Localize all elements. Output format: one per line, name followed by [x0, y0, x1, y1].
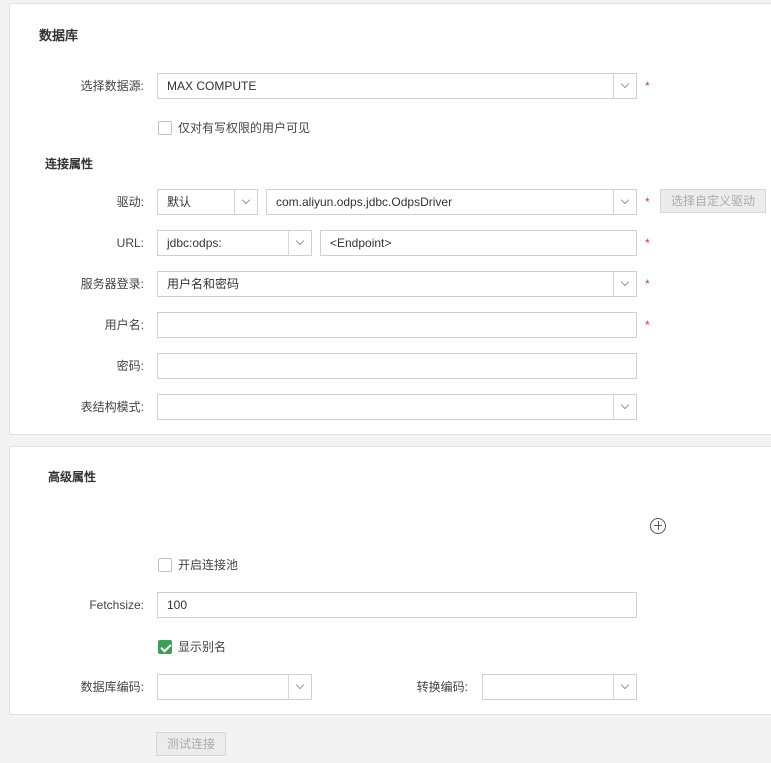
db-encoding-select[interactable]: [157, 674, 312, 700]
advanced-properties-title: 高级属性: [48, 470, 97, 484]
fetchsize-label: Fetchsize:: [89, 598, 144, 612]
chevron-down-icon[interactable]: [288, 231, 311, 255]
convert-encoding-select[interactable]: [482, 674, 637, 700]
driver-class-value: com.aliyun.odps.jdbc.OdpsDriver: [276, 195, 453, 209]
advanced-panel: 高级属性 开启连接池 Fetchsize: 100 显示别名 数据库编码: 转换…: [9, 446, 771, 715]
write-only-checkbox[interactable]: [158, 121, 172, 135]
chevron-down-icon[interactable]: [288, 675, 311, 699]
chevron-down-icon[interactable]: [613, 74, 636, 98]
chevron-down-icon[interactable]: [234, 190, 257, 214]
write-only-checkbox-label: 仅对有写权限的用户可见: [178, 121, 311, 135]
show-alias-checkbox[interactable]: [158, 640, 172, 654]
chevron-down-icon[interactable]: [613, 395, 636, 419]
datasource-label: 选择数据源:: [80, 79, 144, 93]
url-label: URL:: [116, 236, 144, 250]
url-prefix-value: jdbc:odps:: [167, 236, 222, 250]
driver-class-select[interactable]: com.aliyun.odps.jdbc.OdpsDriver: [266, 189, 637, 215]
connection-pool-label: 开启连接池: [178, 558, 239, 572]
required-mark: *: [645, 277, 650, 291]
required-mark: *: [645, 236, 650, 250]
database-section-title: 数据库: [39, 28, 79, 43]
chevron-down-icon[interactable]: [613, 675, 636, 699]
server-login-value: 用户名和密码: [167, 277, 240, 291]
schema-mode-label: 表结构模式:: [80, 400, 144, 414]
convert-encoding-label: 转换编码:: [416, 680, 468, 694]
username-label: 用户名:: [104, 318, 144, 332]
db-encoding-label: 数据库编码:: [80, 680, 144, 694]
select-custom-driver-button[interactable]: 选择自定义驱动: [660, 189, 766, 213]
chevron-down-icon[interactable]: [613, 190, 636, 214]
datasource-value: MAX COMPUTE: [167, 79, 257, 93]
password-label: 密码:: [116, 359, 144, 373]
connection-properties-title: 连接属性: [45, 157, 94, 171]
fetchsize-input[interactable]: 100: [157, 592, 637, 618]
connection-pool-checkbox[interactable]: [158, 558, 172, 572]
server-login-select[interactable]: 用户名和密码: [157, 271, 637, 297]
add-plus-icon[interactable]: [650, 518, 666, 534]
database-panel: 数据库 选择数据源: MAX COMPUTE * 仅对有写权限的用户可见 连接属…: [9, 3, 771, 435]
driver-label: 驱动:: [116, 195, 144, 209]
server-login-label: 服务器登录:: [80, 277, 144, 291]
url-endpoint-input[interactable]: <Endpoint>: [320, 230, 637, 256]
schema-mode-select[interactable]: [157, 394, 637, 420]
required-mark: *: [645, 79, 650, 93]
datasource-select[interactable]: MAX COMPUTE: [157, 73, 637, 99]
password-input[interactable]: [157, 353, 637, 379]
driver-type-value: 默认: [167, 195, 192, 209]
required-mark: *: [645, 195, 650, 209]
chevron-down-icon[interactable]: [613, 272, 636, 296]
required-mark: *: [645, 318, 650, 332]
show-alias-label: 显示别名: [178, 640, 227, 654]
url-prefix-select[interactable]: jdbc:odps:: [157, 230, 312, 256]
test-connection-button[interactable]: 测试连接: [156, 732, 226, 756]
driver-type-select[interactable]: 默认: [157, 189, 258, 215]
username-input[interactable]: [157, 312, 637, 338]
